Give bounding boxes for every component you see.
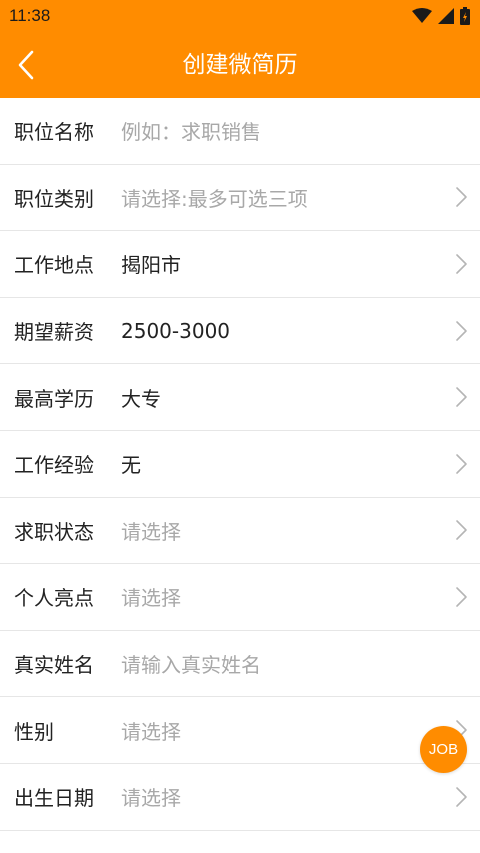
page-title: 创建微简历 — [182, 52, 298, 78]
form-row-expected-salary[interactable]: 期望薪资 2500-3000 — [0, 297, 480, 365]
form-row-value[interactable]: 无 — [121, 449, 141, 478]
form-row-work-experience[interactable]: 工作经验 无 — [0, 430, 480, 498]
back-button[interactable] — [6, 42, 46, 88]
form-row-gender[interactable]: 性别 请选择 — [0, 697, 480, 764]
title-bar: 创建微简历 — [0, 32, 480, 98]
form-row-value[interactable]: 大专 — [121, 383, 161, 412]
form-row-label: 性别 — [14, 719, 54, 744]
form-row-label: 真实姓名 — [14, 653, 94, 678]
form-row-value[interactable]: 请选择 — [121, 782, 181, 811]
form-row-label: 求职状态 — [14, 519, 94, 544]
status-icons — [412, 7, 470, 25]
app-header: 11:38 创建微简历 — [0, 0, 480, 98]
chevron-right-icon — [456, 320, 467, 341]
chevron-right-icon — [456, 453, 467, 474]
chevron-right-icon — [456, 187, 467, 208]
form-row-value[interactable]: 请选择 — [121, 582, 181, 611]
resume-form: 职位名称 例如：求职销售职位类别 请选择:最多可选三项工作地点 揭阳市期望薪资 2500… — [0, 98, 480, 831]
status-bar: 11:38 — [0, 0, 480, 32]
form-row-real-name[interactable]: 真实姓名 请输入真实姓名 — [0, 630, 480, 698]
status-time: 11:38 — [9, 6, 51, 25]
form-row-value[interactable]: 请选择:最多可选三项 — [121, 183, 308, 212]
form-row-highlights[interactable]: 个人亮点 请选择 — [0, 564, 480, 631]
form-row-job-status[interactable]: 求职状态 请选择 — [0, 497, 480, 565]
chevron-right-icon — [456, 387, 467, 407]
form-row-label: 职位类别 — [14, 186, 94, 211]
form-row-value[interactable]: 请选择 — [121, 716, 181, 745]
form-row-position-category[interactable]: 职位类别 请选择:最多可选三项 — [0, 164, 480, 232]
form-row-input[interactable]: 例如：求职销售 — [121, 116, 261, 145]
form-row-label: 最高学历 — [14, 386, 94, 411]
chevron-right-icon — [456, 520, 467, 541]
form-row-label: 出生日期 — [14, 786, 94, 811]
chevron-left-icon — [18, 50, 34, 80]
chevron-right-icon — [456, 786, 467, 807]
form-row-input[interactable]: 请输入真实姓名 — [121, 649, 261, 678]
form-row-education[interactable]: 最高学历 大专 — [0, 364, 480, 431]
form-row-label: 职位名称 — [14, 120, 94, 145]
battery-icon — [460, 7, 470, 25]
form-row-label: 个人亮点 — [14, 586, 94, 611]
chevron-right-icon — [456, 587, 467, 607]
form-row-label: 期望薪资 — [14, 320, 94, 345]
form-row-value[interactable]: 揭阳市 — [121, 249, 181, 278]
form-row-value[interactable]: 2500-3000 — [121, 319, 230, 343]
cell-signal-icon — [438, 8, 454, 24]
form-row-birth-date[interactable]: 出生日期 请选择 — [0, 763, 480, 831]
wifi-icon — [412, 8, 432, 23]
chevron-right-icon — [456, 254, 467, 274]
form-row-work-location[interactable]: 工作地点 揭阳市 — [0, 231, 480, 298]
form-row-label: 工作经验 — [14, 453, 94, 478]
form-row-label: 工作地点 — [14, 253, 94, 278]
form-row-value[interactable]: 请选择 — [121, 516, 181, 545]
job-fab-button[interactable]: JOB — [420, 726, 467, 773]
form-row-position-name[interactable]: 职位名称 例如：求职销售 — [0, 98, 480, 165]
